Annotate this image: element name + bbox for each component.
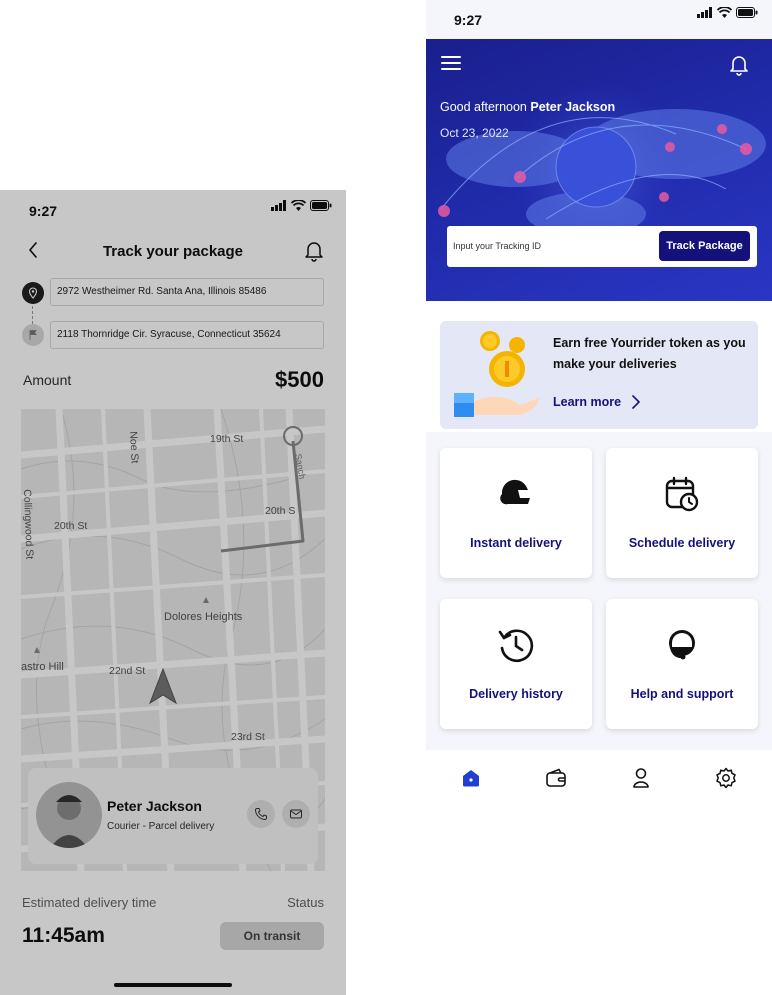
current-date: Oct 23, 2022	[440, 126, 509, 140]
wifi-icon	[717, 7, 732, 18]
track-package-button[interactable]: Track Package	[659, 231, 750, 261]
chevron-right-icon	[632, 395, 640, 409]
map-label-noe-st: Noe St	[127, 431, 141, 464]
track-header: Track your package	[0, 234, 346, 268]
tab-settings[interactable]	[713, 765, 739, 791]
menu-icon[interactable]	[441, 54, 461, 72]
message-button[interactable]	[282, 800, 310, 828]
support-icon	[662, 625, 702, 665]
status-bar: 9:27	[0, 190, 346, 230]
delivery-history-label: Delivery history	[469, 687, 563, 701]
home-screen: 9:27 Good afternoon Peter Jackson Oct 23…	[426, 0, 772, 995]
tab-profile[interactable]	[628, 765, 654, 791]
mail-icon	[290, 809, 302, 819]
hero-banner: Good afternoon Peter Jackson Oct 23, 202…	[426, 39, 772, 301]
learn-more-label: Learn more	[553, 395, 622, 409]
signal-icon	[271, 200, 286, 211]
courier-card: Peter Jackson Courier - Parcel delivery	[28, 768, 318, 864]
map-label-dolores-heights: Dolores Heights	[164, 611, 243, 623]
pickup-pin-icon	[22, 282, 44, 304]
schedule-delivery-card[interactable]: Schedule delivery	[606, 448, 758, 578]
home-icon	[463, 770, 479, 787]
map-label-23rd-st: 23rd St	[231, 731, 265, 743]
system-icons	[697, 7, 758, 18]
map-label-collingwood: Collingwood St	[21, 489, 36, 560]
status-label: Status	[287, 895, 324, 910]
signal-icon	[697, 7, 712, 18]
system-icons	[271, 200, 332, 211]
dropoff-flag-icon	[22, 324, 44, 346]
phone-icon	[254, 808, 267, 821]
promo-text: Earn free Yourrider token as you make yo…	[553, 336, 746, 371]
route-connector	[32, 306, 33, 324]
battery-icon	[310, 200, 332, 211]
bell-icon[interactable]	[302, 238, 326, 262]
eta-label: Estimated delivery time	[22, 895, 157, 910]
map-label-castro-hill: astro Hill	[21, 661, 64, 673]
pickup-address-field[interactable]: 2972 Westheimer Rd. Santa Ana, Illinois …	[50, 278, 324, 306]
profile-icon	[633, 768, 649, 788]
status-time: 9:27	[454, 12, 483, 28]
settings-icon	[716, 767, 736, 789]
tab-wallet[interactable]	[543, 765, 569, 791]
delivery-history-card[interactable]: Delivery history	[440, 599, 592, 729]
track-package-screen: 9:27 Track your package 2972 Westheimer …	[0, 190, 346, 995]
status-time: 9:27	[29, 203, 58, 219]
coins-hand-illustration	[454, 331, 540, 417]
avatar	[36, 782, 102, 848]
status-bar: 9:27	[426, 0, 772, 39]
promo-banner[interactable]: Earn free Yourrider token as you make yo…	[440, 321, 758, 429]
bell-icon[interactable]	[728, 52, 750, 76]
calendar-clock-icon	[662, 474, 702, 514]
tab-home[interactable]	[458, 765, 484, 791]
helmet-icon	[496, 474, 536, 514]
home-indicator	[114, 983, 232, 987]
instant-delivery-card[interactable]: Instant delivery	[440, 448, 592, 578]
learn-more-link[interactable]: Learn more	[553, 394, 641, 410]
bottom-tab-bar	[426, 750, 772, 806]
services-grid: Instant delivery Schedule delivery Deliv…	[426, 432, 772, 750]
history-icon	[496, 625, 536, 665]
greeting: Good afternoon Peter Jackson	[440, 100, 615, 114]
dropoff-address-field[interactable]: 2118 Thornridge Cir. Syracuse, Connectic…	[50, 321, 324, 349]
courier-name: Peter Jackson	[107, 798, 202, 814]
greeting-text: Good afternoon	[440, 100, 527, 114]
map-label-19th-st: 19th St	[210, 433, 244, 445]
help-support-card[interactable]: Help and support	[606, 599, 758, 729]
status-badge: On transit	[220, 922, 324, 950]
courier-role: Courier - Parcel delivery	[107, 821, 215, 832]
map-label-20th-st-right: 20th S	[265, 505, 296, 517]
map-label-20th-st-left: 20th St	[54, 520, 88, 532]
battery-icon	[736, 7, 758, 18]
instant-delivery-label: Instant delivery	[470, 536, 562, 550]
wifi-icon	[291, 200, 306, 211]
wallet-icon	[546, 768, 566, 787]
page-title: Track your package	[102, 243, 244, 260]
map-label-22nd-st: 22nd St	[109, 665, 146, 677]
schedule-delivery-label: Schedule delivery	[628, 536, 736, 550]
tracking-form: Track Package	[447, 226, 757, 267]
amount-label: Amount	[23, 372, 72, 388]
call-button[interactable]	[247, 800, 275, 828]
tracking-id-input[interactable]	[453, 234, 653, 258]
user-name: Peter Jackson	[530, 100, 616, 114]
eta-value: 11:45am	[22, 924, 105, 947]
amount-value: $500	[275, 367, 324, 392]
help-support-label: Help and support	[630, 687, 734, 701]
